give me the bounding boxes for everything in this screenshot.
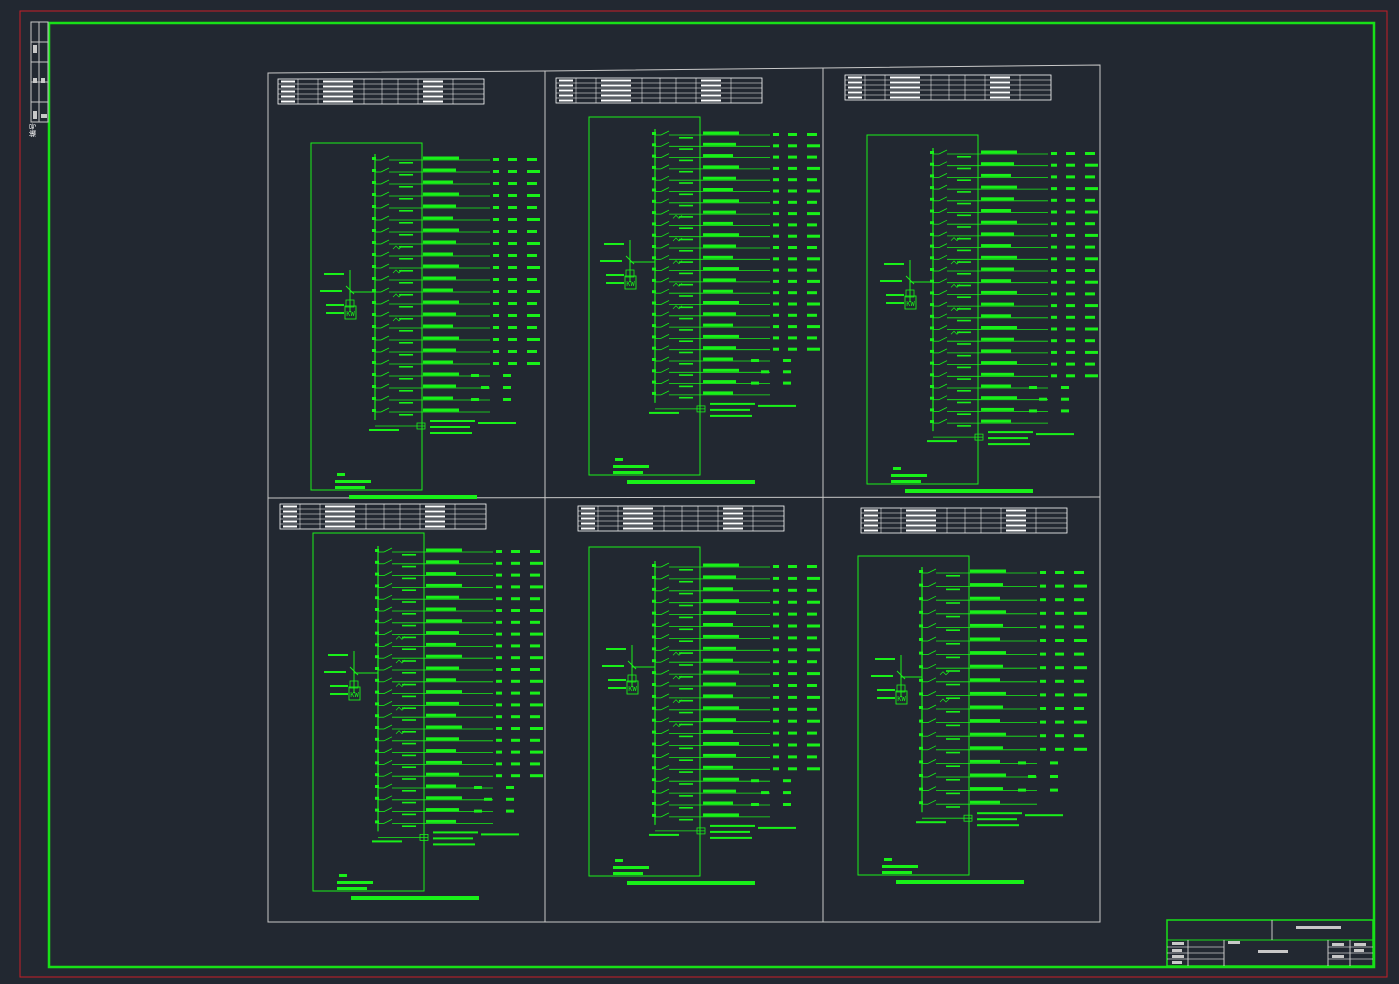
sidebar-label: 编号: [29, 123, 37, 137]
kw-meter-label: KW: [906, 300, 915, 308]
kw-meter-label: KW: [626, 280, 635, 288]
kw-meter-label: KW: [628, 685, 637, 693]
cad-drawing-canvas: KW KW KW KW KW KW: [0, 0, 1399, 984]
kw-meter-label: KW: [897, 695, 906, 703]
kw-meter-label: KW: [346, 310, 355, 318]
kw-meter-label: KW: [350, 691, 359, 699]
